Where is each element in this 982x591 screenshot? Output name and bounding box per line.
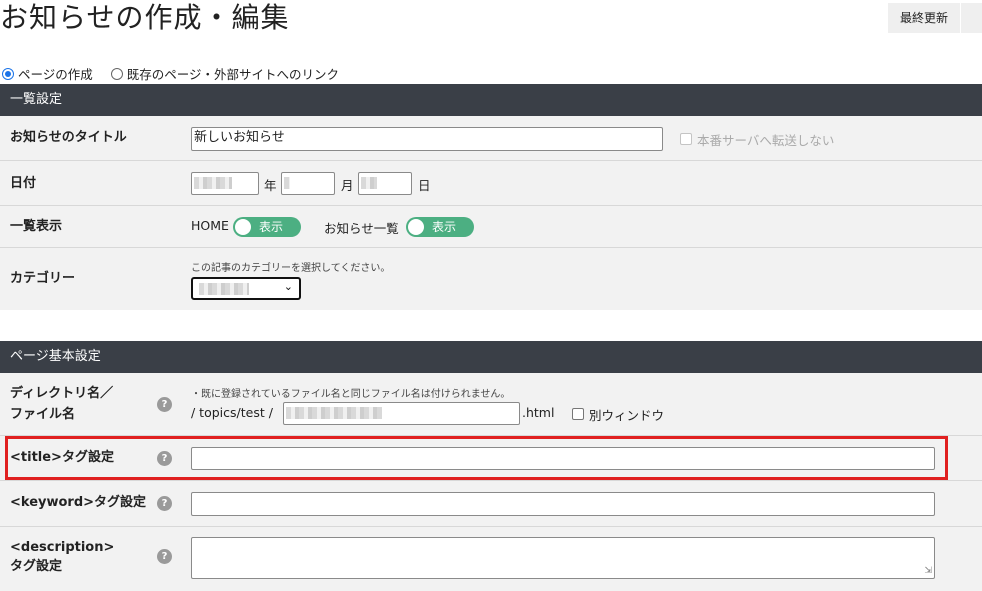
- help-icon[interactable]: ?: [157, 549, 172, 564]
- path-prefix: / topics/test /: [191, 405, 273, 420]
- chevron-down-icon: ⌄: [283, 280, 293, 293]
- news-toggle-text: 表示: [432, 220, 457, 234]
- toggle-knob: [235, 219, 251, 235]
- resize-handle-icon[interactable]: ⇲: [924, 566, 932, 576]
- row-news-title: お知らせのタイトル 新しいお知らせ 本番サーバへ転送しない: [0, 116, 982, 161]
- no-transfer-checkbox[interactable]: [680, 133, 692, 145]
- dir-note: ・既に登録されているファイル名と同じファイル名は付けられません。: [191, 389, 511, 400]
- no-transfer-label: 本番サーバへ転送しない: [697, 133, 835, 148]
- row-category: カテゴリー この記事のカテゴリーを選択してください。: [0, 248, 982, 310]
- new-window-checkbox[interactable]: [572, 408, 584, 420]
- title-tag-label: <title>タグ設定: [10, 450, 114, 465]
- news-list-display-toggle[interactable]: 表示: [406, 217, 474, 237]
- help-icon[interactable]: ?: [157, 397, 172, 412]
- home-toggle-text: 表示: [259, 220, 284, 234]
- row-title-tag: <title>タグ設定 ?: [0, 436, 982, 481]
- new-window-label: 別ウィンドウ: [589, 408, 665, 423]
- file-extension: .html: [522, 405, 555, 420]
- keyword-tag-input[interactable]: [191, 492, 935, 516]
- title-tag-input[interactable]: [191, 447, 935, 470]
- help-icon[interactable]: ?: [157, 451, 172, 466]
- help-icon[interactable]: ?: [157, 496, 172, 511]
- day-input[interactable]: [358, 172, 412, 195]
- year-suffix: 年: [264, 178, 277, 193]
- page-title: お知らせの作成・編集: [0, 1, 290, 34]
- radio-existing-link-label[interactable]: 既存のページ・外部サイトへのリンク: [127, 64, 339, 83]
- list-display-label: 一覧表示: [10, 219, 63, 234]
- radio-existing-link[interactable]: [110, 67, 123, 80]
- save-menu-button[interactable]: [961, 3, 982, 33]
- year-input[interactable]: [191, 172, 259, 195]
- file-name-input[interactable]: [283, 402, 520, 425]
- section-header-list-settings: 一覧設定: [0, 84, 982, 116]
- radio-create-page[interactable]: [2, 67, 14, 80]
- desc-label-line2: タグ設定: [10, 559, 63, 574]
- category-label: カテゴリー: [10, 271, 76, 286]
- row-list-display: 一覧表示 HOME 表示 お知らせ一覧 表示: [0, 206, 982, 248]
- keyword-tag-label: <keyword>タグ設定: [10, 495, 147, 510]
- dir-label-line1: ディレクトリ名／: [10, 386, 114, 401]
- toggle-knob: [408, 219, 424, 235]
- day-suffix: 日: [418, 178, 431, 193]
- save-button[interactable]: 最終更新: [888, 3, 960, 33]
- dir-label-line2: ファイル名: [10, 407, 76, 422]
- description-textarea[interactable]: ⇲: [191, 537, 935, 579]
- home-label: HOME: [191, 218, 229, 233]
- row-date: 日付 年 月 日: [0, 161, 982, 206]
- desc-label-line1: <description>: [10, 540, 115, 555]
- home-display-toggle[interactable]: 表示: [233, 217, 301, 237]
- news-title-label: お知らせのタイトル: [10, 130, 127, 145]
- category-note: この記事のカテゴリーを選択してください。: [191, 263, 391, 274]
- month-input[interactable]: [281, 172, 335, 195]
- mode-radio-group: ページの作成 既存のページ・外部サイトへのリンク: [2, 64, 357, 83]
- month-suffix: 月: [341, 178, 354, 193]
- radio-create-page-label[interactable]: ページの作成: [18, 64, 93, 83]
- row-keyword-tag: <keyword>タグ設定 ?: [0, 481, 982, 527]
- news-title-input[interactable]: 新しいお知らせ: [191, 127, 663, 151]
- date-label: 日付: [10, 176, 37, 191]
- news-list-label: お知らせ一覧: [324, 221, 399, 236]
- section-header-page-basic: ページ基本設定: [0, 341, 982, 373]
- row-directory-file: ディレクトリ名／ ファイル名 ? ・既に登録されているファイル名と同じファイル名…: [0, 373, 982, 436]
- category-select[interactable]: ⌄: [191, 277, 301, 300]
